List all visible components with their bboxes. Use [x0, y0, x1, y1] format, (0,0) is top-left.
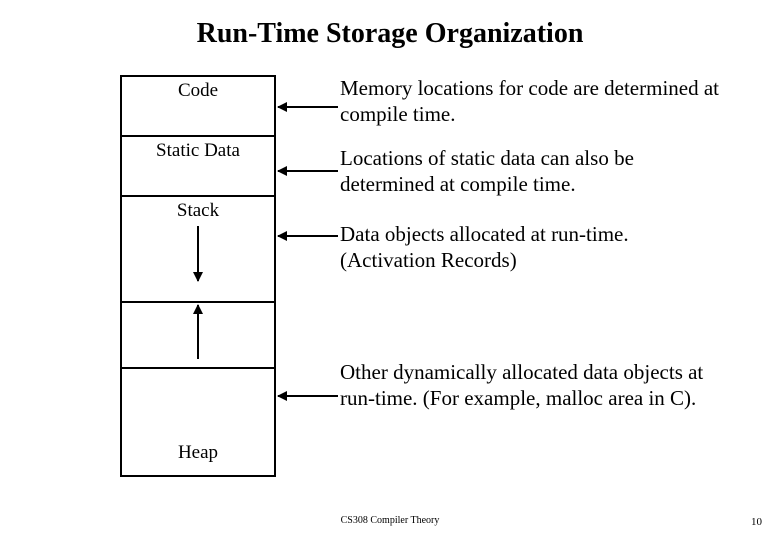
segment-heap-label: Heap: [178, 442, 218, 470]
slide-title: Run-Time Storage Organization: [0, 0, 780, 60]
arrow-to-static: [278, 170, 338, 172]
slide-content: Code Static Data Stack Heap Memory locat…: [0, 60, 780, 500]
explanation-stack: Data objects allocated at run-time. (Act…: [340, 222, 720, 273]
segment-static-label: Static Data: [156, 140, 240, 162]
arrow-to-stack: [278, 235, 338, 237]
explanation-static: Locations of static data can also be det…: [340, 146, 720, 197]
segment-heap: Heap: [122, 369, 274, 475]
segment-stack: Stack: [122, 197, 274, 303]
segment-static: Static Data: [122, 137, 274, 197]
segment-code-label: Code: [178, 80, 218, 102]
arrow-to-heap: [278, 395, 338, 397]
heap-grow-up-arrow: [197, 305, 199, 359]
explanation-heap: Other dynamically allocated data objects…: [340, 360, 720, 411]
explanation-code: Memory locations for code are determined…: [340, 76, 720, 127]
arrow-to-code: [278, 106, 338, 108]
memory-layout-diagram: Code Static Data Stack Heap: [120, 75, 276, 477]
page-number: 10: [751, 516, 762, 528]
footer-course: CS308 Compiler Theory: [0, 515, 780, 526]
segment-code: Code: [122, 77, 274, 137]
segment-free: [122, 303, 274, 369]
segment-stack-label: Stack: [177, 200, 219, 222]
stack-grow-down-arrow: [197, 226, 199, 281]
